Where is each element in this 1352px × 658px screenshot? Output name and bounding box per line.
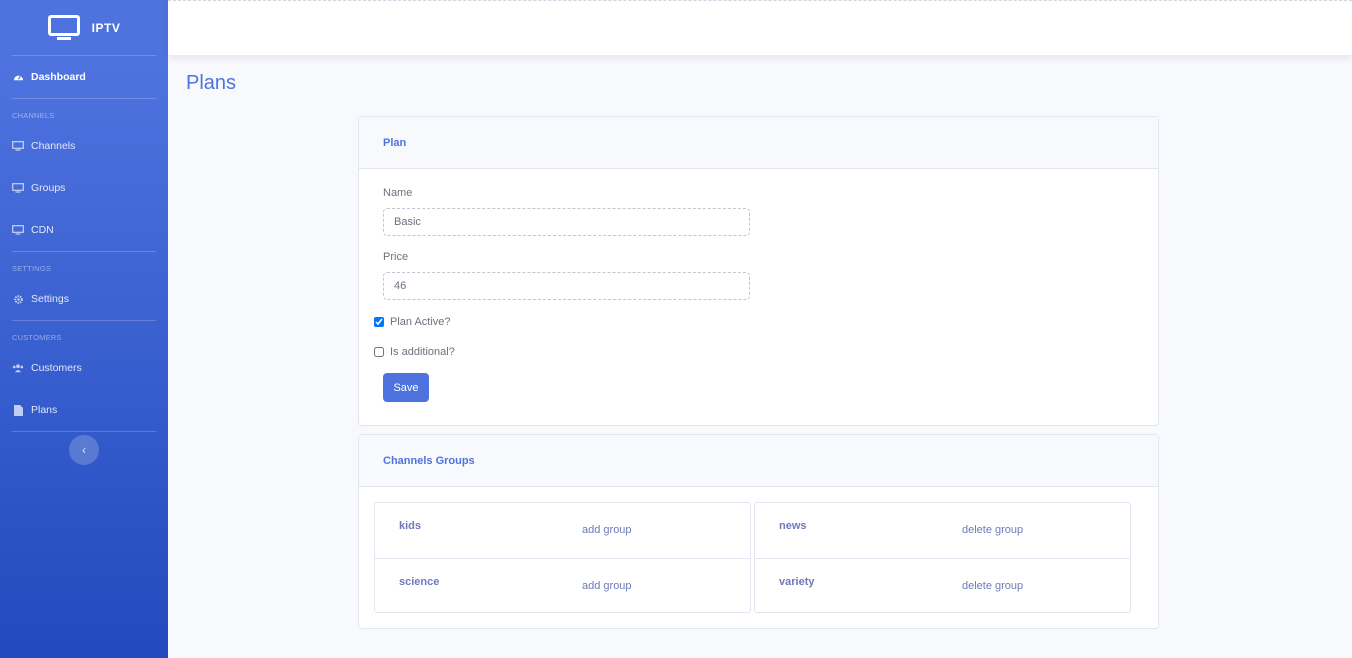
sidebar-item-channels[interactable]: Channels [0, 125, 168, 167]
sidebar-item-label: Customers [31, 362, 82, 374]
gauge-icon [12, 71, 24, 83]
plan-active-label: Plan Active? [390, 316, 451, 328]
sidebar-item-plans[interactable]: Plans [0, 389, 168, 431]
sidebar-item-label: Plans [31, 404, 58, 416]
plan-card-header: Plan [359, 117, 1158, 169]
sidebar-item-label: CDN [31, 224, 54, 236]
available-groups-list: kids add group science add group [374, 502, 751, 613]
sidebar-item-label: Groups [31, 182, 66, 194]
list-item: news delete group [755, 503, 1130, 558]
plan-active-checkbox[interactable] [374, 317, 384, 327]
save-button[interactable]: Save [383, 373, 429, 402]
list-item: variety delete group [755, 558, 1130, 613]
sidebar-item-dashboard[interactable]: Dashboard [0, 56, 168, 98]
plan-card: Plan Name Price Plan Active? Is addition… [358, 116, 1159, 426]
sidebar: IPTV Dashboard CHANNELS Channels Groups … [0, 0, 168, 658]
is-additional-checkbox[interactable] [374, 347, 384, 357]
channels-groups-header: Channels Groups [359, 435, 1158, 487]
brand-name: IPTV [91, 20, 121, 35]
is-additional-label: Is additional? [390, 346, 455, 358]
group-name: variety [779, 576, 815, 588]
add-group-link[interactable]: add group [582, 524, 632, 536]
page-title: Plans [186, 72, 237, 94]
plan-active-row[interactable]: Plan Active? [374, 316, 451, 328]
sidebar-item-customers[interactable]: Customers [0, 347, 168, 389]
tv-icon [47, 14, 80, 41]
price-input[interactable] [383, 272, 750, 300]
monitor-icon [12, 182, 24, 194]
group-name: kids [399, 520, 422, 532]
add-group-link[interactable]: add group [582, 580, 632, 592]
monitor-icon [12, 224, 24, 236]
sidebar-heading-channels: CHANNELS [12, 111, 55, 120]
sidebar-heading-customers: CUSTOMERS [12, 333, 62, 342]
price-label: Price [383, 251, 409, 263]
delete-group-link[interactable]: delete group [962, 580, 1023, 592]
name-input[interactable] [383, 208, 750, 236]
sidebar-item-groups[interactable]: Groups [0, 167, 168, 209]
is-additional-row[interactable]: Is additional? [374, 346, 455, 358]
sidebar-item-label: Channels [31, 140, 76, 152]
sidebar-item-label: Dashboard [31, 71, 86, 83]
group-name: news [779, 520, 807, 532]
sidebar-item-settings[interactable]: Settings [0, 278, 168, 320]
delete-group-link[interactable]: delete group [962, 524, 1023, 536]
sidebar-toggle-button[interactable]: ‹ [69, 435, 99, 465]
group-name: science [399, 576, 440, 588]
topbar [168, 0, 1352, 55]
list-item: kids add group [375, 503, 750, 558]
sidebar-divider [12, 431, 156, 432]
monitor-icon [12, 140, 24, 152]
channels-groups-card: Channels Groups kids add group science a… [358, 434, 1159, 629]
sidebar-item-label: Settings [31, 293, 69, 305]
chevron-left-icon: ‹ [82, 443, 86, 457]
sidebar-brand[interactable]: IPTV [0, 0, 168, 55]
gear-icon [12, 293, 24, 305]
sidebar-item-cdn[interactable]: CDN [0, 209, 168, 251]
name-label: Name [383, 187, 413, 199]
users-icon [12, 362, 24, 374]
list-item: science add group [375, 558, 750, 613]
sidebar-heading-settings: SETTINGS [12, 264, 52, 273]
file-icon [12, 404, 24, 416]
assigned-groups-list: news delete group variety delete group [754, 502, 1131, 613]
